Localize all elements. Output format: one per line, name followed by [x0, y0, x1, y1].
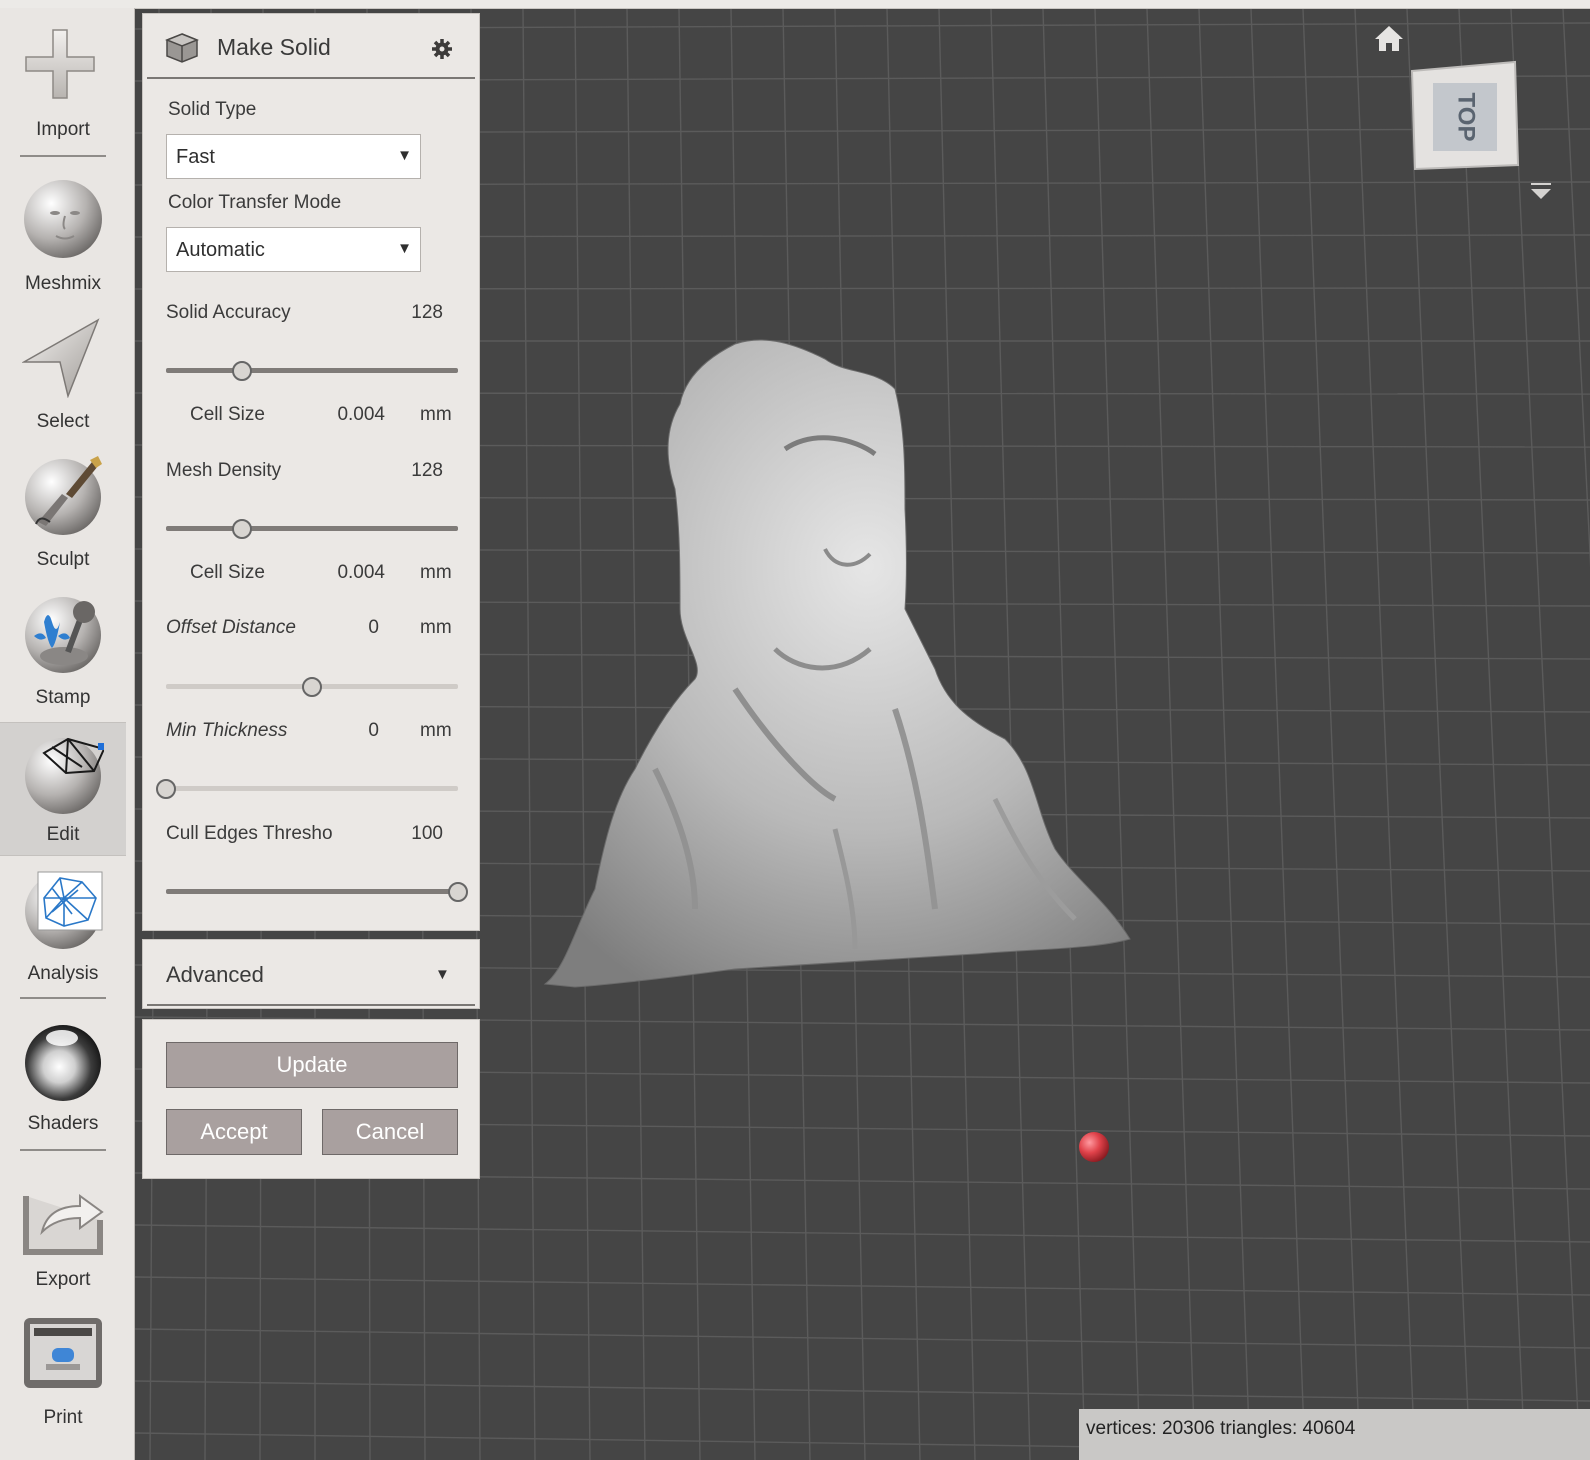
- offset-distance-label: Offset Distance: [166, 617, 296, 638]
- action-buttons-panel: Update Accept Cancel: [142, 1019, 480, 1179]
- color-transfer-value: Automatic: [176, 239, 265, 261]
- cell-size-unit: mm: [420, 404, 452, 425]
- sculpt-label: Sculpt: [36, 549, 90, 570]
- panel-title: Make Solid: [217, 34, 331, 60]
- solid-accuracy-slider-handle[interactable]: [231, 361, 252, 381]
- min-thickness-slider-handle[interactable]: [156, 779, 176, 799]
- cull-edges-slider-track[interactable]: [166, 889, 458, 894]
- min-thickness-value: 0: [368, 720, 379, 741]
- select-label: Select: [36, 411, 90, 432]
- mesh-density-slider-track[interactable]: [166, 526, 458, 531]
- solid-type-label: Solid Type: [168, 99, 257, 120]
- edit-label: Edit: [46, 824, 80, 845]
- select-tool-button[interactable]: Select: [0, 314, 126, 444]
- stamp-sphere-icon: [25, 597, 101, 673]
- offset-distance-slider-handle[interactable]: [302, 677, 322, 697]
- cell-size-label: Cell Size: [190, 404, 265, 425]
- plus-icon: [25, 29, 95, 99]
- panel-header-divider: [147, 77, 475, 79]
- export-label: Export: [35, 1269, 91, 1290]
- brush-sphere-icon: [25, 456, 102, 535]
- dropdown-arrow-icon: ▼: [397, 240, 412, 257]
- dropdown-arrow-icon: ▼: [397, 147, 412, 164]
- shaders-label: Shaders: [27, 1113, 99, 1134]
- top-strip: [0, 0, 1590, 9]
- cell-size-unit: mm: [420, 562, 452, 583]
- mesh-density-slider-handle[interactable]: [231, 519, 252, 539]
- cell-size-value: 0.004: [337, 562, 385, 583]
- solid-type-value: Fast: [176, 146, 215, 168]
- cell-size-label: Cell Size: [190, 562, 265, 583]
- offset-distance-value: 0: [368, 617, 379, 638]
- meshmix-label: Meshmix: [24, 273, 101, 294]
- cull-edges-value: 100: [411, 823, 443, 844]
- toolbar-separator: [20, 997, 106, 999]
- cull-edges-label: Cull Edges Thresho: [166, 823, 333, 844]
- color-transfer-label: Color Transfer Mode: [168, 192, 342, 213]
- advanced-section-header[interactable]: Advanced ▼: [142, 939, 480, 1009]
- mesh-sphere-icon: [25, 871, 103, 949]
- arrow-pointer-icon: [22, 318, 100, 398]
- print-tool-button[interactable]: Print: [0, 1312, 126, 1442]
- min-thickness-label: Min Thickness: [166, 720, 288, 741]
- stamp-label: Stamp: [35, 687, 91, 708]
- chrome-sphere-icon: [25, 1025, 101, 1101]
- offset-distance-unit: mm: [420, 617, 452, 638]
- import-tool-button[interactable]: Import: [0, 24, 126, 154]
- min-thickness-slider-track[interactable]: [166, 786, 458, 791]
- pivot-point-marker[interactable]: [1079, 1132, 1109, 1162]
- cancel-button[interactable]: Cancel: [322, 1109, 458, 1155]
- gear-icon[interactable]: [431, 38, 453, 60]
- make-solid-panel: Make Solid Solid Type Fast ▼ Color Trans…: [142, 13, 480, 931]
- color-transfer-dropdown[interactable]: Automatic ▼: [166, 227, 421, 272]
- export-tool-button[interactable]: Export: [0, 1174, 126, 1304]
- mesh-stats-status: vertices: 20306 triangles: 40604: [1079, 1409, 1590, 1460]
- toolbar-separator: [20, 1149, 106, 1151]
- print-label: Print: [43, 1407, 83, 1428]
- chevron-down-icon: ▼: [435, 966, 450, 983]
- accept-button[interactable]: Accept: [166, 1109, 302, 1155]
- export-box-icon: [23, 1194, 104, 1255]
- face-sphere-icon: [24, 180, 102, 258]
- advanced-label: Advanced: [166, 962, 264, 987]
- update-button[interactable]: Update: [166, 1042, 458, 1088]
- solid-accuracy-slider-track[interactable]: [166, 368, 458, 373]
- wireframe-sphere-icon: [25, 737, 104, 814]
- import-label: Import: [36, 119, 90, 140]
- solid-accuracy-value: 128: [411, 302, 443, 323]
- analysis-tool-button[interactable]: Analysis: [0, 866, 126, 996]
- solid-type-dropdown[interactable]: Fast ▼: [166, 134, 421, 179]
- cube-icon: [165, 33, 199, 63]
- mesh-density-label: Mesh Density: [166, 460, 282, 481]
- mesh-density-value: 128: [411, 460, 443, 481]
- left-toolbar: Import Meshmix Select Sculpt Stamp Edit …: [0, 8, 135, 1460]
- min-thickness-unit: mm: [420, 720, 452, 741]
- view-cube-label: TOP: [1453, 93, 1480, 142]
- advanced-divider: [147, 1004, 475, 1006]
- sculpt-tool-button[interactable]: Sculpt: [0, 452, 126, 582]
- shaders-tool-button[interactable]: Shaders: [0, 1018, 126, 1148]
- edit-tool-button[interactable]: Edit: [0, 722, 126, 856]
- stamp-tool-button[interactable]: Stamp: [0, 590, 126, 720]
- solid-accuracy-label: Solid Accuracy: [166, 302, 291, 323]
- meshmix-tool-button[interactable]: Meshmix: [0, 176, 126, 306]
- view-cube[interactable]: TOP: [1410, 60, 1520, 171]
- toolbar-separator: [20, 155, 106, 157]
- printer-icon: [24, 1318, 102, 1388]
- cull-edges-slider-handle[interactable]: [448, 882, 468, 902]
- analysis-label: Analysis: [27, 963, 99, 984]
- cell-size-value: 0.004: [337, 404, 385, 425]
